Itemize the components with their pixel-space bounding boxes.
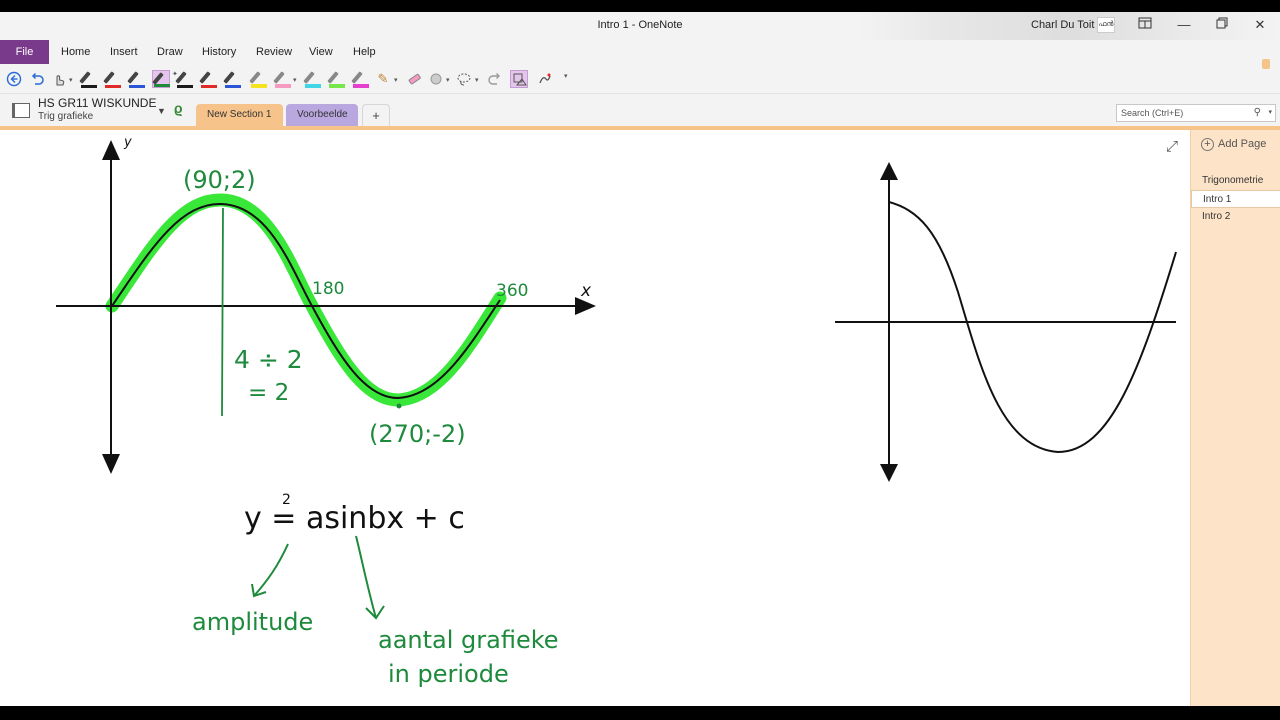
close-icon[interactable]: ✕ bbox=[1250, 16, 1270, 34]
right-cosine-curve bbox=[888, 201, 1177, 454]
highlighter-cyan-icon[interactable] bbox=[303, 70, 322, 88]
label-360: 360 bbox=[496, 281, 528, 301]
file-tab[interactable]: File bbox=[0, 40, 49, 64]
avatar[interactable]: ഫൻ bbox=[1097, 17, 1115, 33]
max-point-label: (90;2) bbox=[183, 166, 256, 194]
amplitude-label: amplitude bbox=[192, 608, 313, 636]
y-axis-arrow-down bbox=[102, 454, 120, 474]
draw-toolbar: ▾ ✦ ▾ ✎ ▾ ▾ ▾ ▾ bbox=[0, 64, 1280, 94]
minimize-icon[interactable]: — bbox=[1174, 16, 1194, 34]
user-name[interactable]: Charl Du Toit bbox=[1031, 19, 1094, 31]
chevron-down-icon[interactable]: ▾ bbox=[475, 76, 479, 84]
highlighted-sine-curve bbox=[105, 193, 507, 407]
page-item-intro-1[interactable]: Intro 1 bbox=[1191, 190, 1280, 208]
ink-drawing: y x (90;2) 180 360 (270;-2) 4 ÷ 2 = 2 2 … bbox=[56, 135, 1177, 688]
y-axis-arrow-up bbox=[102, 140, 120, 160]
amplitude-arrow bbox=[253, 543, 289, 597]
search-placeholder: Search (Ctrl+E) bbox=[1121, 108, 1184, 118]
shape-icon[interactable] bbox=[427, 70, 445, 88]
y-axis-label: y bbox=[123, 135, 132, 150]
page-item-intro-2[interactable]: Intro 2 bbox=[1191, 208, 1280, 226]
ink-to-math-icon[interactable] bbox=[536, 70, 554, 88]
pen-red-icon[interactable] bbox=[103, 70, 122, 88]
notebook-icon[interactable] bbox=[12, 103, 30, 118]
page-list-scroll-handle[interactable] bbox=[1262, 59, 1270, 69]
ribbon-display-icon[interactable] bbox=[1135, 16, 1155, 34]
onenote-window: Intro 1 - OneNote Charl Du Toit ഫൻ — ✕ F… bbox=[0, 12, 1280, 706]
pen-green-icon[interactable] bbox=[152, 70, 170, 88]
pen-red-2-icon[interactable] bbox=[199, 70, 218, 88]
highlighter-magenta-icon[interactable] bbox=[351, 70, 370, 88]
chevron-down-icon[interactable]: ▾ bbox=[69, 76, 73, 84]
chevron-down-icon[interactable]: ▾ bbox=[293, 76, 297, 84]
tab-history[interactable]: History bbox=[202, 40, 236, 64]
tab-help[interactable]: Help bbox=[353, 40, 376, 64]
formula: y = asinbx + c bbox=[244, 501, 465, 536]
max-drop-line bbox=[221, 207, 224, 417]
min-point-label: (270;-2) bbox=[369, 420, 466, 448]
tab-new-section-1[interactable]: New Section 1 bbox=[196, 104, 283, 126]
tab-draw[interactable]: Draw bbox=[157, 40, 183, 64]
chevron-down-icon[interactable]: ▾ bbox=[446, 76, 450, 84]
notebook-bar: HS GR11 WISKUNDE Trig grafieke ▼ ϱ New S… bbox=[0, 94, 1280, 126]
pen-blue-2-icon[interactable] bbox=[223, 70, 242, 88]
notebook-name[interactable]: HS GR11 WISKUNDE bbox=[38, 96, 156, 110]
add-page-label: Add Page bbox=[1218, 138, 1267, 150]
tab-home[interactable]: Home bbox=[61, 40, 90, 64]
chevron-down-icon[interactable]: ▾ bbox=[394, 76, 398, 84]
chevron-down-icon[interactable]: ▾ bbox=[1268, 105, 1272, 121]
ink-to-shape-icon[interactable] bbox=[510, 70, 528, 88]
pen-blue-icon[interactable] bbox=[127, 70, 146, 88]
undo-icon[interactable] bbox=[28, 70, 46, 88]
title-bar: Intro 1 - OneNote Charl Du Toit ഫൻ — ✕ bbox=[0, 12, 1280, 68]
sync-icon[interactable]: ϱ bbox=[174, 100, 183, 116]
aantal-label-line-1: aantal grafieke bbox=[378, 626, 559, 654]
tab-insert[interactable]: Insert bbox=[110, 40, 138, 64]
back-icon[interactable] bbox=[5, 70, 23, 88]
section-group-name[interactable]: Trig grafieke bbox=[38, 111, 93, 122]
right-y-arrow-up bbox=[880, 162, 898, 180]
tab-voorbeelde[interactable]: Voorbeelde bbox=[286, 104, 358, 126]
label-180: 180 bbox=[312, 279, 344, 299]
ribbon-tabs: File Home Insert Draw History Review Vie… bbox=[0, 40, 1280, 64]
highlighter-yellow-icon[interactable] bbox=[249, 70, 268, 88]
restore-icon[interactable] bbox=[1212, 16, 1232, 34]
pen-set-icon[interactable]: ✎ bbox=[374, 70, 392, 88]
x-axis-label: x bbox=[580, 281, 592, 301]
page-canvas[interactable]: y x (90;2) 180 360 (270;-2) 4 ÷ 2 = 2 2 … bbox=[0, 130, 1190, 706]
highlighter-green-icon[interactable] bbox=[327, 70, 346, 88]
more-options-icon[interactable]: ▾ bbox=[564, 72, 568, 80]
right-y-arrow-down bbox=[880, 464, 898, 482]
expand-icon[interactable]: ⤢ bbox=[1166, 138, 1178, 155]
add-section-button[interactable]: + bbox=[362, 104, 390, 126]
aantal-arrow bbox=[355, 535, 377, 619]
touch-drawing-icon[interactable] bbox=[50, 70, 68, 88]
chevron-down-icon[interactable]: ▼ bbox=[157, 106, 166, 116]
plus-circle-icon: + bbox=[1201, 138, 1214, 151]
redo-icon[interactable] bbox=[486, 70, 504, 88]
search-input[interactable]: Search (Ctrl+E) ⚲ ▾ bbox=[1116, 104, 1276, 122]
pen-black-2-icon[interactable] bbox=[175, 70, 194, 88]
add-page-button[interactable]: + Add Page bbox=[1201, 138, 1266, 151]
calc-line-2: = 2 bbox=[248, 380, 289, 406]
aantal-label-line-2: in periode bbox=[388, 660, 509, 688]
page-list: + Add Page Trigonometrie Intro 1 Intro 2 bbox=[1190, 130, 1280, 706]
page-item-trigonometrie[interactable]: Trigonometrie bbox=[1191, 172, 1280, 190]
lasso-icon[interactable] bbox=[455, 70, 473, 88]
tab-review[interactable]: Review bbox=[256, 40, 292, 64]
min-point-dot bbox=[396, 403, 402, 409]
calc-line-1: 4 ÷ 2 bbox=[234, 345, 303, 374]
pen-black-icon[interactable] bbox=[79, 70, 98, 88]
tab-view[interactable]: View bbox=[309, 40, 333, 64]
eraser-icon[interactable] bbox=[405, 70, 423, 88]
search-icon[interactable]: ⚲ bbox=[1254, 105, 1261, 121]
highlighter-pink-icon[interactable] bbox=[273, 70, 292, 88]
